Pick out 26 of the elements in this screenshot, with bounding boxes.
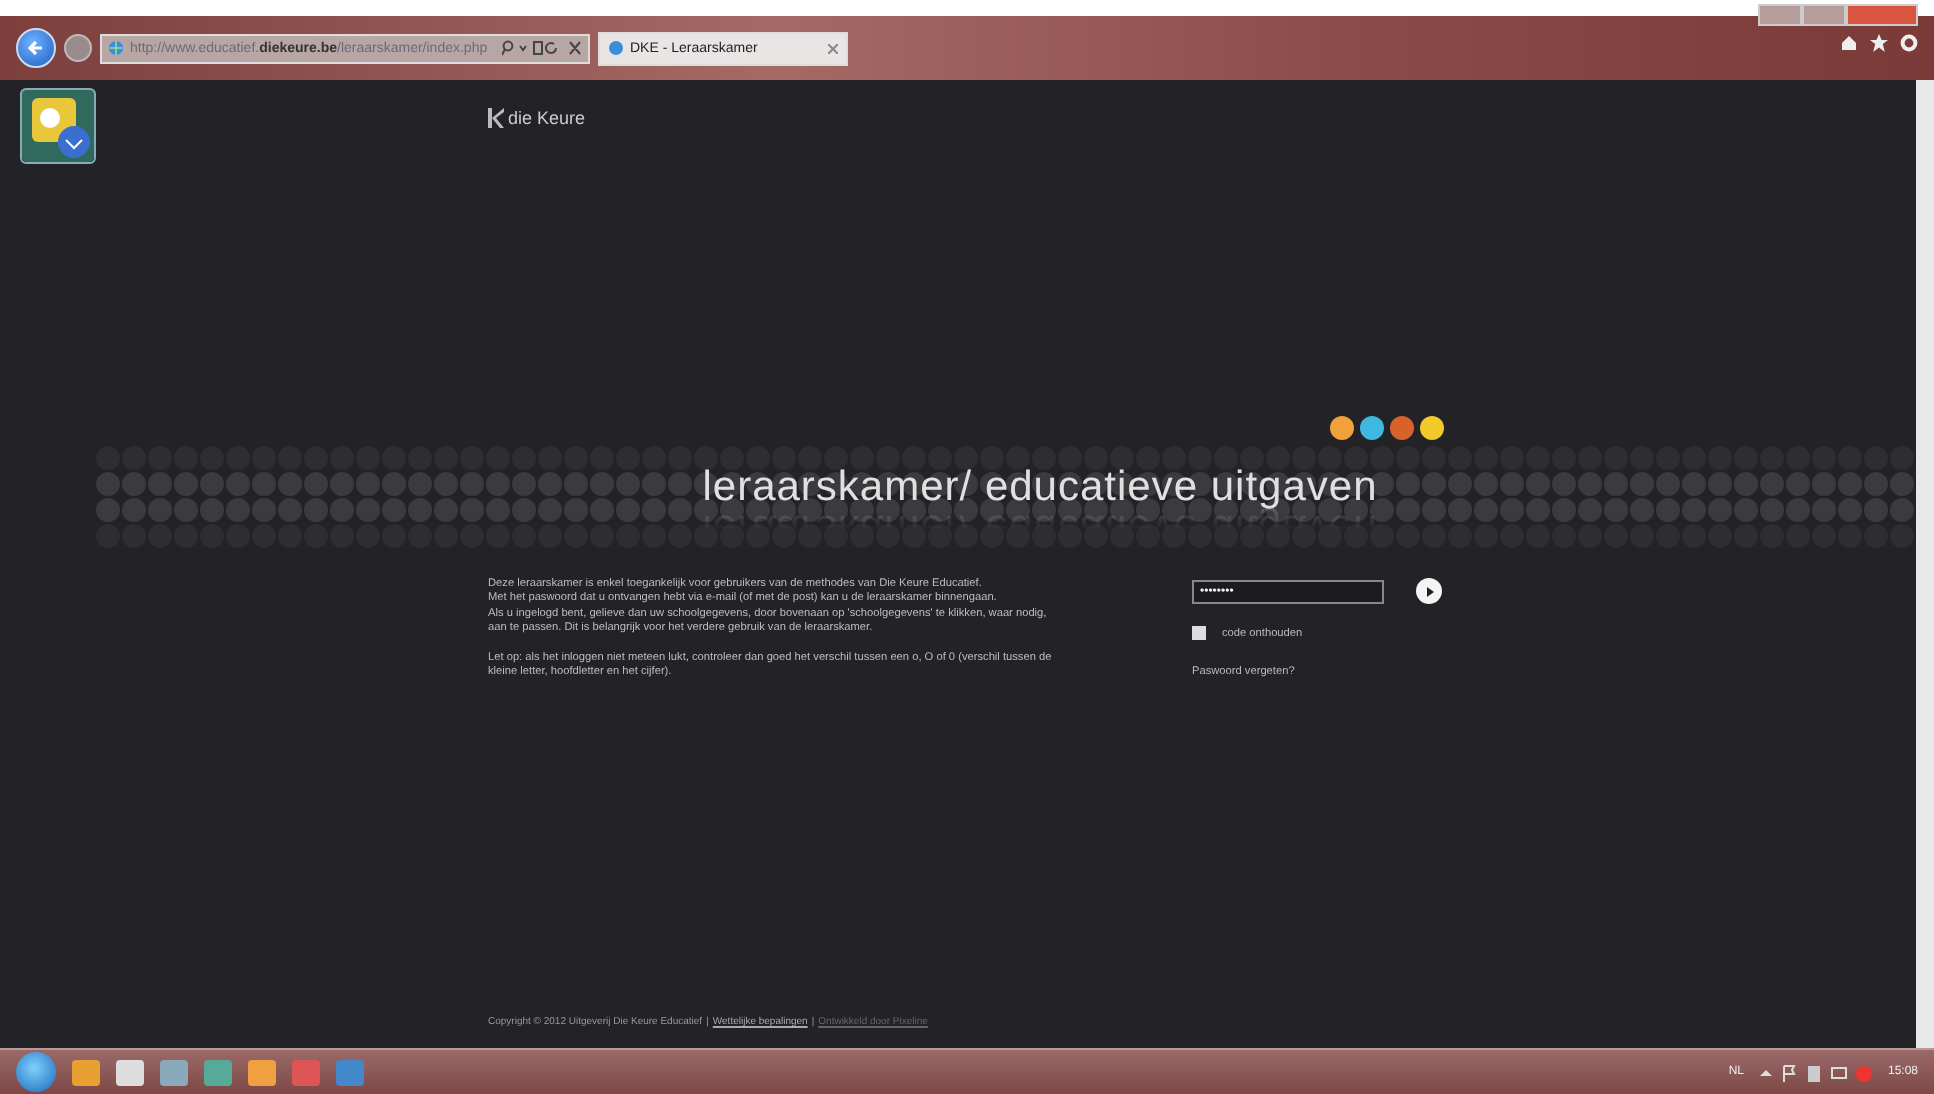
tray-icons[interactable]: [1759, 1063, 1872, 1081]
scrollbar[interactable]: [1916, 80, 1934, 1048]
start-button[interactable]: [16, 1052, 56, 1092]
taskbar-app-icon[interactable]: [160, 1059, 188, 1085]
taskbar-app-icon[interactable]: [72, 1059, 100, 1085]
home-icon[interactable]: [1840, 34, 1858, 52]
forward-button[interactable]: [64, 34, 92, 62]
logo-icon: [488, 108, 504, 128]
gadget-icon[interactable]: [20, 88, 96, 164]
minimize-button[interactable]: [1758, 4, 1802, 26]
address-actions-icon[interactable]: [502, 40, 582, 56]
taskbar-app-icon[interactable]: [248, 1059, 276, 1085]
login-button[interactable]: [1416, 578, 1442, 604]
play-icon: [1423, 585, 1435, 597]
page-title: leraarskamer/ educatieve uitgaven: [702, 464, 1378, 512]
globe-icon: [108, 40, 124, 56]
close-icon[interactable]: [828, 43, 838, 53]
star-icon[interactable]: [1870, 34, 1888, 52]
back-button[interactable]: [16, 28, 56, 68]
arrow-left-icon: [26, 38, 46, 58]
settings-icon[interactable]: [1900, 34, 1918, 52]
taskbar-app-icon[interactable]: [116, 1059, 144, 1085]
remember-checkbox[interactable]: [1192, 626, 1206, 640]
taskbar-app-icon[interactable]: [204, 1059, 232, 1085]
logo-text: die Keure: [508, 108, 586, 128]
globe-icon: [608, 40, 624, 56]
